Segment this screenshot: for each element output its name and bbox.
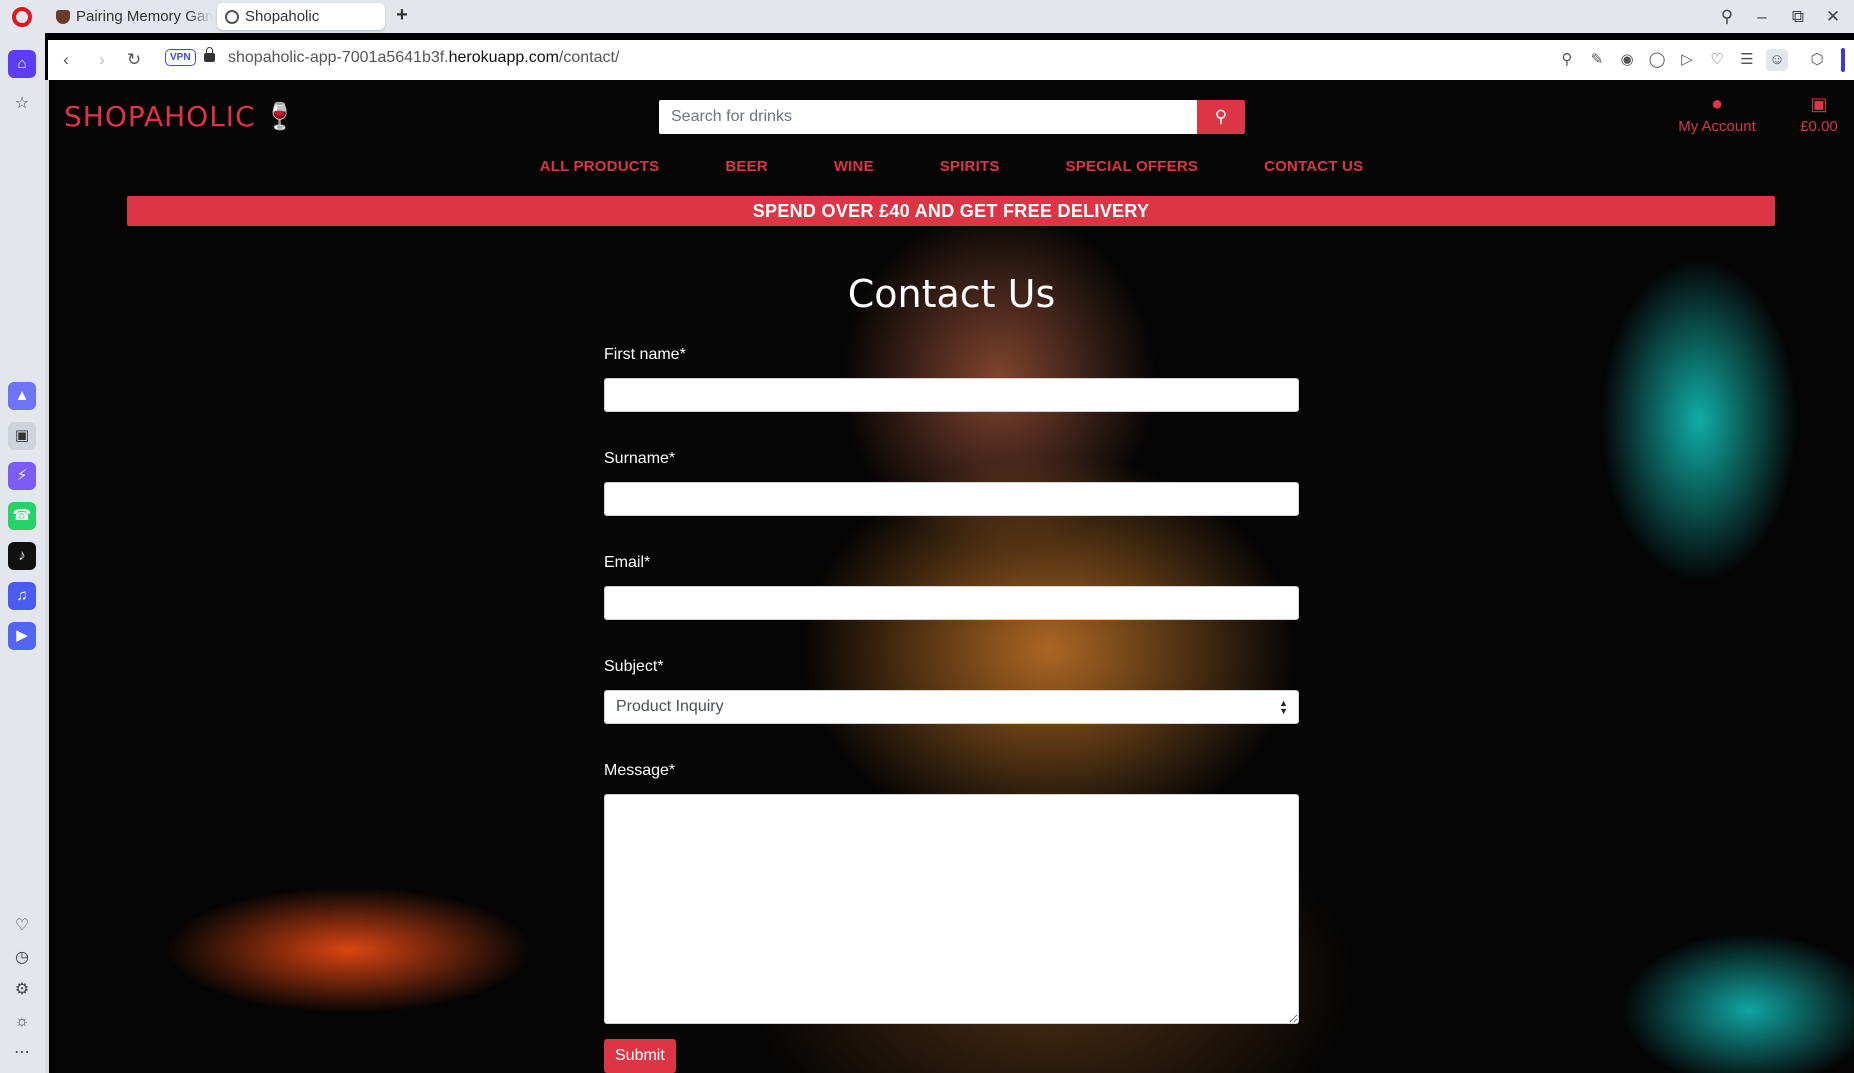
tab-search-icon[interactable]: ⚲ xyxy=(1714,4,1740,30)
browser-tab-bar: Pairing Memory Gam Shopaholic + ⚲ – ⧉ ✕ xyxy=(0,0,1854,33)
heart-icon[interactable]: ♡ xyxy=(1706,49,1728,71)
history-icon[interactable]: ◷ xyxy=(9,945,35,971)
submit-button[interactable]: Submit xyxy=(604,1039,676,1073)
minimize-button[interactable]: – xyxy=(1749,4,1775,30)
message-textarea[interactable] xyxy=(604,794,1299,1024)
whatsapp-icon[interactable]: ☎ xyxy=(8,502,36,530)
tab-title: Shopaholic xyxy=(245,8,320,25)
search-button[interactable]: ⚲ xyxy=(1197,100,1245,134)
page-content: SHOPAHOLIC 🍷 ⚲ ● My Account ▣ £0.00 ALL … xyxy=(49,80,1854,1073)
player-icon[interactable]: ▶ xyxy=(8,622,36,650)
close-window-button[interactable]: ✕ xyxy=(1820,4,1846,30)
forward-button[interactable]: › xyxy=(90,48,114,72)
nav-spirits[interactable]: SPIRITS xyxy=(940,158,1000,175)
globe-icon xyxy=(225,9,239,24)
browser-sidebar: ⌂ ☆ ▲ ▣ ⚡ ☎ ♪ ♫ ▶ ♡ ◷ ⚙ ☼ ⋯ xyxy=(0,33,45,1073)
address-bar: ‹ › ↻ VPN shopaholic-app-7001a5641b3f.he… xyxy=(48,40,1854,80)
messenger-icon[interactable]: ⚡ xyxy=(8,462,36,490)
search-icon: ⚲ xyxy=(1214,107,1228,127)
message-label: Message* xyxy=(604,762,676,779)
browser-tab-pairing-memory[interactable]: Pairing Memory Gam xyxy=(48,3,213,30)
aria-icon[interactable]: ▲ xyxy=(8,382,36,410)
surname-label: Surname* xyxy=(604,450,676,467)
email-input[interactable] xyxy=(604,586,1299,620)
new-tab-button[interactable]: + xyxy=(392,5,412,26)
tiktok-icon[interactable]: ♪ xyxy=(8,542,36,570)
my-account-link[interactable]: ● My Account xyxy=(1667,94,1767,135)
sidebar-toggle[interactable] xyxy=(1841,48,1845,72)
extensions-icon[interactable]: ⬡ xyxy=(1806,49,1828,71)
vpn-badge[interactable]: VPN xyxy=(165,49,196,66)
profile-icon[interactable]: ☺ xyxy=(1766,49,1788,71)
subject-value: Product Inquiry xyxy=(616,698,724,715)
first-name-input[interactable] xyxy=(604,378,1299,412)
restore-button[interactable]: ⧉ xyxy=(1785,4,1811,30)
menu-icon[interactable]: ☰ xyxy=(1736,49,1758,71)
settings-icon[interactable]: ⚙ xyxy=(9,977,35,1003)
nav-wine[interactable]: WINE xyxy=(834,158,874,175)
page-search-icon[interactable]: ⚲ xyxy=(1556,49,1578,71)
bookmarks-icon[interactable]: ☆ xyxy=(9,91,35,117)
browser-tab-shopaholic[interactable]: Shopaholic xyxy=(217,3,385,30)
shopping-bag-link[interactable]: ▣ £0.00 xyxy=(1794,94,1844,135)
search-input[interactable] xyxy=(659,100,1197,134)
search-form: ⚲ xyxy=(659,100,1245,134)
nav-special-offers[interactable]: SPECIAL OFFERS xyxy=(1066,158,1199,175)
nav-contact-us[interactable]: CONTACT US xyxy=(1264,158,1363,175)
logo-text: SHOPAHOLIC xyxy=(64,100,256,133)
subject-label: Subject* xyxy=(604,658,664,675)
nav-all-products[interactable]: ALL PRODUCTS xyxy=(540,158,660,175)
shopping-icon[interactable]: ▣ xyxy=(8,422,36,450)
opera-logo-icon[interactable] xyxy=(12,7,32,27)
subject-select[interactable]: Product Inquiry ▲ ▼ xyxy=(604,690,1299,724)
url-field[interactable]: shopaholic-app-7001a5641b3f.herokuapp.co… xyxy=(228,49,619,67)
reload-button[interactable]: ↻ xyxy=(122,48,146,72)
play-icon[interactable]: ▷ xyxy=(1676,49,1698,71)
delivery-banner: SPEND OVER £40 AND GET FREE DELIVERY xyxy=(127,196,1775,226)
camera-icon[interactable]: ◉ xyxy=(1616,49,1638,71)
home-icon[interactable]: ⌂ xyxy=(8,50,36,78)
shopping-bag-icon: ▣ xyxy=(1810,94,1828,114)
nav-beer[interactable]: BEER xyxy=(725,158,767,175)
contact-form: First name* Surname* Email* Subject* Pro… xyxy=(604,346,1299,1073)
lock-icon[interactable] xyxy=(204,47,215,62)
favorites-icon[interactable]: ♡ xyxy=(9,913,35,939)
edit-icon[interactable]: ✎ xyxy=(1586,49,1608,71)
tab-favicon-icon xyxy=(56,9,70,24)
music-player-icon[interactable]: ♫ xyxy=(8,582,36,610)
tips-icon[interactable]: ☼ xyxy=(9,1009,35,1035)
select-arrows-icon: ▲ ▼ xyxy=(1279,698,1288,716)
user-icon: ● xyxy=(1710,93,1724,115)
cart-total: £0.00 xyxy=(1800,118,1838,135)
first-name-label: First name* xyxy=(604,346,686,363)
more-icon[interactable]: ⋯ xyxy=(9,1040,35,1066)
main-nav: ALL PRODUCTS BEER WINE SPIRITS SPECIAL O… xyxy=(49,158,1854,175)
site-logo[interactable]: SHOPAHOLIC 🍷 xyxy=(64,100,297,133)
page-title: Contact Us xyxy=(847,272,1056,316)
account-label: My Account xyxy=(1678,118,1756,135)
surname-input[interactable] xyxy=(604,482,1299,516)
shield-icon[interactable]: ◯ xyxy=(1646,49,1668,71)
wine-glasses-icon: 🍷 xyxy=(263,101,297,132)
email-label: Email* xyxy=(604,554,651,571)
back-button[interactable]: ‹ xyxy=(54,48,78,72)
